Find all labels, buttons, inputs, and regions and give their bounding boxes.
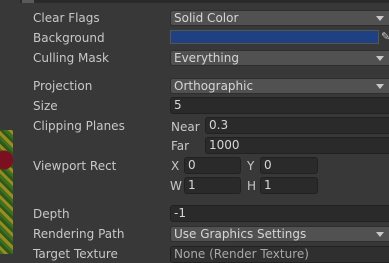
projection-dropdown[interactable]: Orthographic [170,78,389,94]
chevron-down-icon [376,232,384,237]
chevron-down-icon [376,56,384,61]
viewport-y-field[interactable]: 0 [260,157,318,174]
chevron-down-icon [376,16,384,21]
target-texture-label: Target Texture [33,247,118,261]
background-color-field[interactable] [170,30,379,44]
scene-preview-strip [0,130,13,254]
culling-mask-dropdown[interactable]: Everything [170,50,389,66]
near-field[interactable]: 0.3 [205,117,389,134]
viewport-w-label: W [170,179,182,193]
far-field[interactable]: 1000 [205,137,389,154]
rendering-path-value: Use Graphics Settings [174,227,307,241]
clipping-planes-label: Clipping Planes [33,119,125,133]
depth-label: Depth [33,207,70,221]
near-label: Near [171,120,200,134]
chevron-down-icon [376,84,384,89]
size-field[interactable]: 5 [170,97,389,114]
eyedropper-icon[interactable]: ✎ [381,30,389,44]
viewport-x-field[interactable]: 0 [184,157,241,174]
culling-mask-label: Culling Mask [33,51,109,65]
rendering-path-dropdown[interactable]: Use Graphics Settings [170,226,389,242]
clear-flags-label: Clear Flags [33,11,100,25]
viewport-w-field[interactable]: 1 [184,177,241,194]
header-nub [22,0,34,3]
background-label: Background [33,31,105,45]
viewport-h-label: H [247,179,257,193]
viewport-x-label: X [171,159,180,173]
clear-flags-value: Solid Color [174,11,239,25]
viewport-y-label: Y [247,159,255,173]
size-label: Size [33,99,58,113]
viewport-h-field[interactable]: 1 [260,177,318,194]
target-texture-field[interactable]: None (Render Texture) [170,246,389,263]
depth-field[interactable]: -1 [170,205,389,222]
clear-flags-dropdown[interactable]: Solid Color [170,10,389,26]
projection-label: Projection [33,79,93,93]
rendering-path-label: Rendering Path [33,227,125,241]
projection-value: Orthographic [174,79,254,93]
culling-mask-value: Everything [174,51,239,65]
header-edge [20,0,389,3]
far-label: Far [171,139,190,153]
viewport-rect-label: Viewport Rect [33,159,117,173]
